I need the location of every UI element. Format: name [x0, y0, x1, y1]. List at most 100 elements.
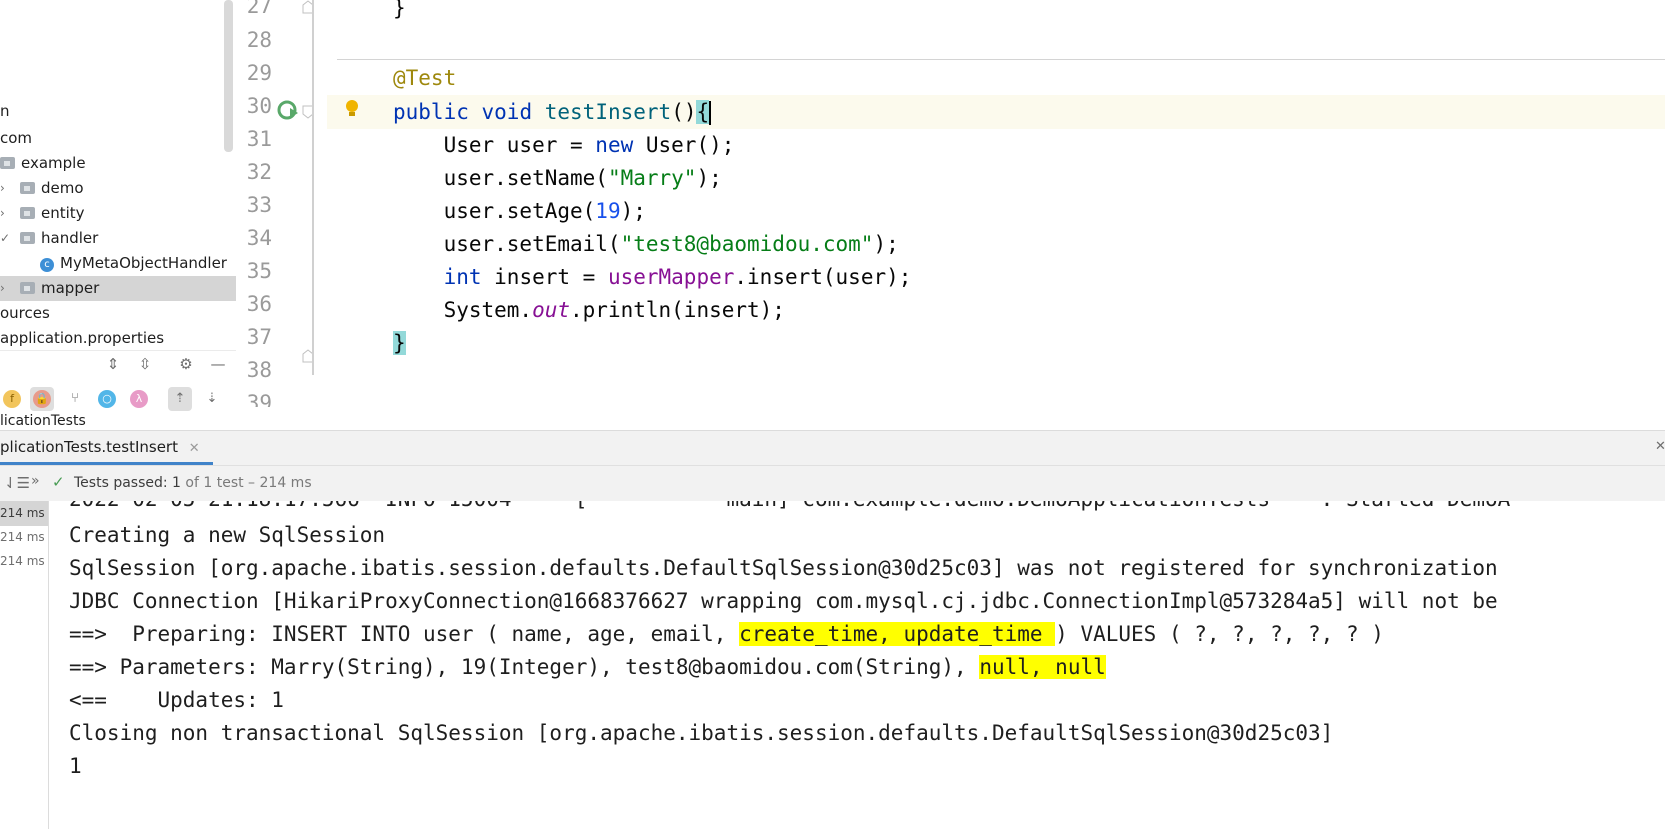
tree-item-application-properties[interactable]: application.properties [0, 326, 164, 351]
tab-run-config[interactable]: plicationTests.testInsert ✕ [0, 431, 210, 464]
console-line: Closing non transactional SqlSession [or… [69, 721, 1334, 745]
line-number: 28 [246, 28, 272, 52]
code-line-30[interactable]: public void testInsert(){ [393, 95, 712, 129]
console-line: 2022-02-05 21:18:17.566 INFO 15004 --- [… [69, 501, 1510, 516]
sort-icon[interactable]: ⇃☰ [4, 474, 30, 492]
close-icon[interactable]: ✕ [189, 441, 200, 456]
console-line-preparing: ==> Preparing: INSERT INTO user ( name, … [69, 617, 1384, 651]
code-token: () [671, 100, 697, 124]
keyword-token: void [481, 100, 533, 124]
console-text: ==> Parameters: Marry(String), 19(Intege… [69, 655, 980, 679]
collapse-all-icon[interactable]: ⇳ [134, 353, 156, 375]
status-prefix: Tests passed: [74, 475, 173, 491]
gear-icon[interactable]: ⚙ [175, 353, 197, 375]
run-tool-window-header: plicationTests.testInsert ✕ ✕ [0, 430, 1665, 466]
folder-icon [20, 182, 35, 194]
tree-item-label: MyMetaObjectHandler [60, 254, 227, 272]
console-line: <== Updates: 1 [69, 688, 284, 712]
tree-item-example[interactable]: example [0, 151, 86, 176]
code-token: .insert(user); [734, 265, 912, 289]
fold-guide [312, 0, 314, 375]
code-token: .println(insert); [570, 298, 785, 322]
structure-class-item[interactable]: licationTests [0, 413, 86, 430]
tree-item-label: application.properties [0, 329, 165, 347]
test-results-tree: 214 ms 214 ms 214 ms [0, 501, 49, 829]
highlighted-text: null, null [979, 655, 1106, 679]
chevron-down-icon[interactable]: ✓ [0, 226, 10, 251]
tree-item-label: ources [0, 304, 50, 322]
code-token: user.setAge( [393, 199, 596, 223]
tree-item-resources[interactable]: ources [0, 301, 50, 326]
hide-icon[interactable]: — [207, 353, 229, 375]
code-token: ); [696, 166, 722, 190]
test-status-bar: ⇃☰ » ✓ Tests passed: 1 of 1 test – 214 m… [0, 465, 1665, 503]
test-tree-row[interactable]: 214 ms [0, 549, 48, 574]
line-number: 36 [246, 292, 272, 316]
more-icon[interactable]: » [31, 473, 40, 489]
console-line: Creating a new SqlSession [69, 523, 386, 547]
code-line-33[interactable]: user.setAge(19); [393, 194, 646, 228]
line-number: 29 [246, 61, 272, 85]
lock-icon[interactable]: 🔒 [30, 387, 54, 411]
console-text: ==> Preparing: INSERT INTO user ( name, … [69, 622, 740, 646]
lambda-icon[interactable]: λ [127, 387, 151, 411]
console-output[interactable]: 2022-02-05 21:18:17.566 INFO 15004 --- [… [49, 501, 1665, 829]
expand-all-icon[interactable]: ⇕ [102, 353, 124, 375]
test-tree-row[interactable]: 214 ms [0, 525, 48, 550]
folder-icon [20, 232, 35, 244]
console-line: JDBC Connection [HikariProxyConnection@1… [69, 589, 1498, 613]
code-line-32[interactable]: user.setName("Marry"); [393, 161, 722, 195]
close-panel-icon[interactable]: ✕ [1655, 439, 1665, 454]
highlighted-text: create_time, update_time [739, 622, 1056, 646]
code-line-35[interactable]: int insert = userMapper.insert(user); [393, 260, 912, 294]
chevron-right-icon[interactable]: › [0, 276, 5, 301]
checkmark-icon: ✓ [52, 473, 65, 491]
code-token: User user = [393, 133, 596, 157]
code-token: System. [393, 298, 533, 322]
string-token: "test8@baomidou.com" [620, 232, 874, 256]
keyword-token: new [595, 133, 634, 157]
tree-item-mymetaobjecthandler[interactable]: c MyMetaObjectHandler [40, 251, 227, 276]
class-icon: c [40, 258, 54, 272]
line-number: 38 [246, 358, 272, 382]
line-number: 27 [246, 0, 272, 18]
console-line-parameters: ==> Parameters: Marry(String), 19(Intege… [69, 650, 1106, 684]
line-number: 39 [246, 391, 272, 407]
folder-icon [20, 207, 35, 219]
code-token: user.setName( [393, 166, 608, 190]
project-tree: n com example › demo › entity ✓ handler … [0, 0, 236, 430]
code-line-36[interactable]: System.out.println(insert); [393, 293, 785, 327]
test-tree-row[interactable]: 214 ms [0, 501, 48, 526]
code-line-34[interactable]: user.setEmail("test8@baomidou.com"); [393, 227, 899, 261]
test-time: 214 ms [0, 554, 45, 568]
status-count: 1 [172, 475, 181, 491]
code-line-31[interactable]: User user = new User(); [393, 128, 735, 162]
run-test-icon[interactable] [276, 99, 300, 123]
tree-item-label: mapper [41, 279, 100, 297]
console-line: 1 [69, 754, 82, 778]
chevron-right-icon[interactable]: › [0, 201, 5, 226]
line-number: 31 [246, 127, 272, 151]
line-number: 37 [246, 325, 272, 349]
tree-item-truncated[interactable]: n [0, 99, 10, 124]
line-number: 32 [246, 160, 272, 184]
test-time: 214 ms [0, 506, 45, 520]
chevron-right-icon[interactable]: › [0, 176, 5, 201]
project-scrollbar[interactable] [224, 0, 233, 152]
inheritance-icon[interactable]: ⑂ [63, 387, 87, 411]
field-token: userMapper [607, 265, 735, 289]
code-line-29[interactable]: @Test [393, 61, 456, 95]
navigate-up-icon[interactable]: ⇡ [168, 387, 192, 411]
test-time: 214 ms [0, 530, 45, 544]
console-text: ) VALUES ( ?, ?, ?, ?, ? ) [1055, 622, 1384, 646]
line-number: 30 [246, 94, 272, 118]
show-fields-icon[interactable]: f [0, 387, 24, 411]
code-line-27[interactable]: } [393, 0, 406, 25]
number-token: 19 [595, 199, 621, 223]
anonymous-classes-icon[interactable]: ○ [95, 387, 119, 411]
tree-item-com[interactable]: com [0, 126, 32, 151]
code-line-37[interactable]: } [393, 326, 406, 360]
test-status-text: Tests passed: 1 of 1 test – 214 ms [74, 475, 312, 491]
line-number: 33 [246, 193, 272, 217]
navigate-down-icon[interactable]: ⇣ [200, 387, 224, 411]
